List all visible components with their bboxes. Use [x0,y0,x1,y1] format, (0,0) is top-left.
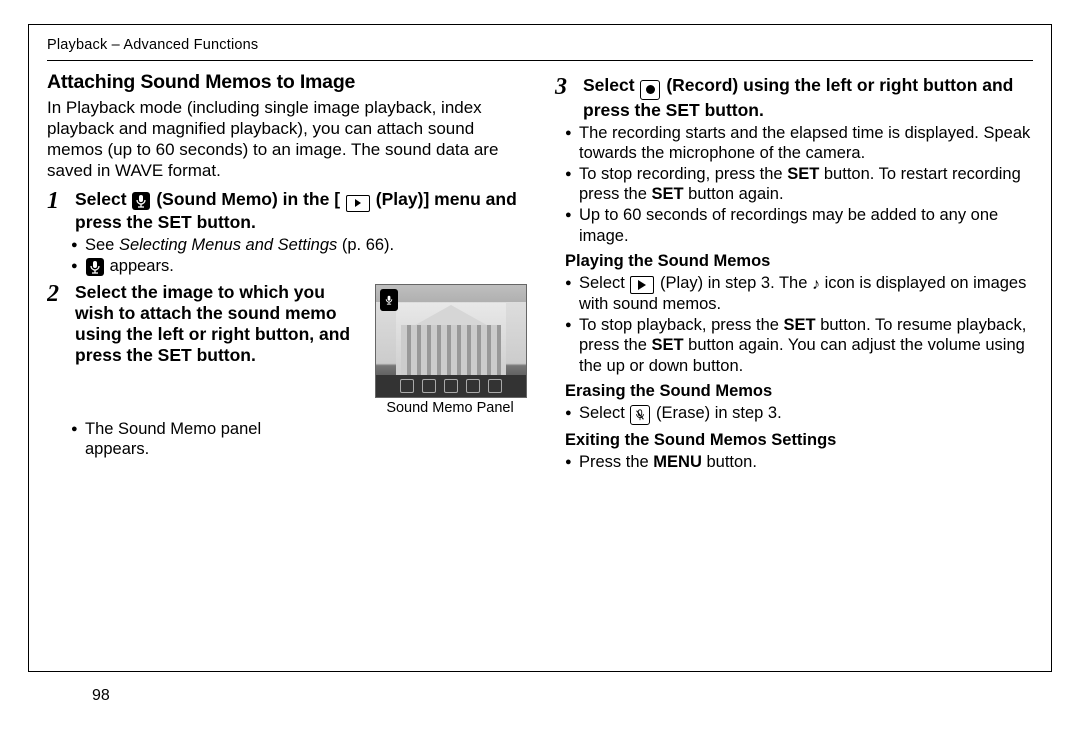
text: button again. [684,185,784,203]
bullet: See Selecting Menus and Settings (p. 66)… [71,235,525,255]
text: To stop playback, press the [579,316,784,334]
section-title: Attaching Sound Memos to Image [47,71,525,94]
step-3: 3 Select (Record) using the left or righ… [555,75,1033,121]
set-button-label: SET [787,165,819,183]
exiting-bullets: Press the MENU button. [565,452,1033,472]
text: (Erase) in step 3. [656,404,782,422]
bullet: Select (Erase) in step 3. [565,403,1033,425]
record-icon [640,80,660,100]
reference-title: Selecting Menus and Settings [119,236,337,254]
bullet: To stop playback, press the SET button. … [565,315,1033,375]
step-number: 1 [47,189,69,213]
step-2-bullets: The Sound Memo panel appears. [71,419,525,459]
set-button-label: SET [651,185,683,203]
text: See [85,236,119,254]
thumbnail-caption: Sound Memo Panel [375,400,525,417]
set-button-label: SET [784,316,816,334]
erasing-bullets: Select (Erase) in step 3. [565,403,1033,425]
bullet: To stop recording, press the SET button.… [565,164,1033,204]
play-menu-icon [346,195,370,212]
text: To stop recording, press the [579,165,787,183]
music-note-icon: ♪ [812,276,820,293]
bullet: Up to 60 seconds of recordings may be ad… [565,205,1033,245]
menu-button-label: MENU [653,453,702,471]
two-column-layout: Attaching Sound Memos to Image In Playba… [47,71,1033,659]
text: Select [75,189,131,209]
play-icon [630,276,654,294]
step-3-text: Select (Record) using the left or right … [583,75,1033,121]
mic-icon [380,289,398,311]
subhead-exiting: Exiting the Sound Memos Settings [565,431,1033,450]
manual-page: Playback – Advanced Functions Attaching … [0,0,1080,729]
text: Press the [579,453,653,471]
text: Select [583,75,639,95]
text: appears. [110,257,174,275]
erase-icon [630,405,650,425]
text: (Sound Memo) in the [ [156,189,340,209]
bullet: Select (Play) in step 3. The ♪ icon is d… [565,273,1033,315]
page-number: 98 [92,687,110,705]
bullet: Press the MENU button. [565,452,1033,472]
text: Select [579,274,629,292]
thumbnail-col: Sound Memo Panel [375,282,525,417]
step-1-text: Select (Sound Memo) in the [ (Play)] men… [75,189,525,233]
bullet: The recording starts and the elapsed tim… [565,123,1033,163]
subhead-playing: Playing the Sound Memos [565,252,1033,271]
set-button-label: SET [651,336,683,354]
page-border: Playback – Advanced Functions Attaching … [28,24,1052,672]
mic-icon [132,192,150,210]
screenshot-thumbnail [375,284,527,398]
step-1: 1 Select (Sound Memo) in the [ (Play)] m… [47,189,525,233]
text: (p. 66). [337,236,394,254]
mic-icon [86,258,104,276]
sound-memo-panel-bar [376,375,526,397]
text: Select [579,404,629,422]
right-column: 3 Select (Record) using the left or righ… [555,71,1033,659]
running-header: Playback – Advanced Functions [47,37,1033,61]
subhead-erasing: Erasing the Sound Memos [565,382,1033,401]
playing-bullets: Select (Play) in step 3. The ♪ icon is d… [565,273,1033,376]
bullet: appears. [71,256,525,276]
step-3-bullets: The recording starts and the elapsed tim… [565,123,1033,246]
left-column: Attaching Sound Memos to Image In Playba… [47,71,525,659]
bullet: The Sound Memo panel appears. [71,419,315,459]
intro-paragraph: In Playback mode (including single image… [47,98,525,181]
step-number: 3 [555,75,577,99]
text: button. [702,453,757,471]
step-2-text: Select the image to which you wish to at… [75,282,365,366]
step-number: 2 [47,282,69,306]
step-1-bullets: See Selecting Menus and Settings (p. 66)… [71,235,525,276]
step-2: 2 Select the image to which you wish to … [47,282,525,417]
text: (Play) in step 3. The [660,274,812,292]
